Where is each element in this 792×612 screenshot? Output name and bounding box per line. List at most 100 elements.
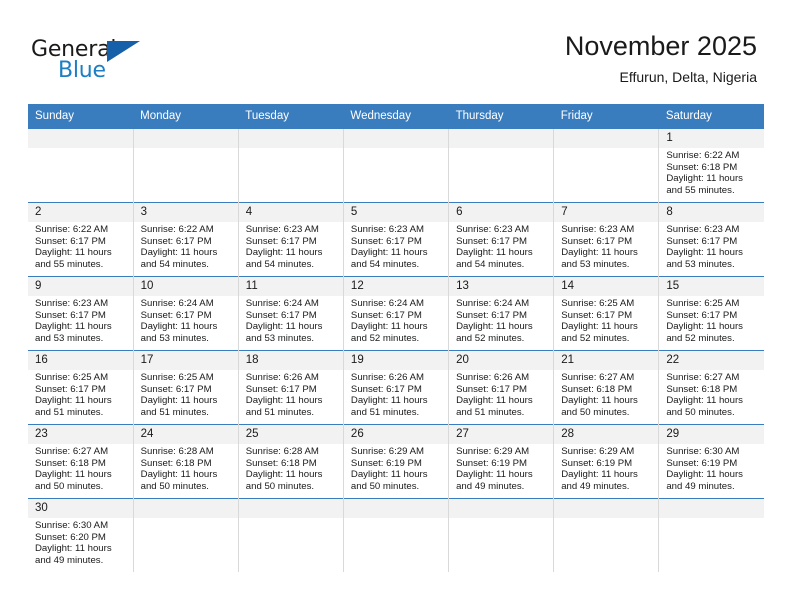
calendar-grid: Sunday Monday Tuesday Wednesday Thursday…	[28, 104, 764, 572]
day-details: Sunrise: 6:23 AM Sunset: 6:17 PM Daylight:…	[554, 222, 658, 270]
calendar-day-cell[interactable]: 9 Sunrise: 6:23 AM Sunset: 6:17 PM Daylight…	[28, 276, 134, 351]
sunset-text: Sunset: 6:19 PM	[561, 457, 633, 469]
day-number: 29	[659, 425, 764, 444]
calendar-day-cell[interactable]: 27 Sunrise: 6:29 AM Sunset: 6:19 PM Dayligh…	[448, 424, 555, 499]
calendar-day-cell[interactable]: 23 Sunrise: 6:27 AM Sunset: 6:18 PM Dayligh…	[28, 424, 134, 499]
calendar-day-cell[interactable]: 14 Sunrise: 6:25 AM Sunset: 6:17 PM Dayligh…	[553, 276, 660, 351]
calendar-day-cell[interactable]: 28 Sunrise: 6:29 AM Sunset: 6:19 PM Dayligh…	[553, 424, 660, 499]
sunrise-text: Sunrise: 6:28 AM	[245, 446, 319, 457]
calendar-day-cell[interactable]: 8 Sunrise: 6:23 AM Sunset: 6:17 PM Daylight…	[658, 202, 764, 277]
sunrise-text: Sunrise: 6:24 AM	[350, 298, 424, 309]
calendar-day-cell[interactable]: 17 Sunrise: 6:25 AM Sunset: 6:17 PM Dayligh…	[133, 350, 239, 425]
daylight-text: Daylight: 11 hours and 52 minutes.	[456, 321, 533, 344]
daylight-text: Daylight: 11 hours and 50 minutes.	[245, 469, 323, 492]
day-number: 30	[28, 499, 133, 518]
calendar-day-cell[interactable]: 5 Sunrise: 6:23 AM Sunset: 6:17 PM Daylight…	[343, 202, 450, 277]
daylight-text: Daylight: 11 hours and 51 minutes.	[35, 395, 112, 418]
calendar-day-cell[interactable]: 2 Sunrise: 6:22 AM Sunset: 6:17 PM Daylight…	[28, 202, 134, 277]
calendar-day-cell[interactable]: 19 Sunrise: 6:26 AM Sunset: 6:17 PM Dayligh…	[343, 350, 450, 425]
sunrise-text: Sunrise: 6:29 AM	[456, 446, 530, 457]
sunset-text: Sunset: 6:17 PM	[456, 235, 527, 247]
calendar-day-cell[interactable]: 20 Sunrise: 6:26 AM Sunset: 6:17 PM Dayligh…	[448, 350, 555, 425]
sunrise-text: Sunrise: 6:26 AM	[350, 372, 424, 383]
day-number: 10	[133, 277, 238, 296]
calendar-day-cell[interactable]: 4 Sunrise: 6:23 AM Sunset: 6:17 PM Daylight…	[238, 202, 344, 277]
sunset-text: Sunset: 6:18 PM	[666, 161, 738, 173]
weekday-header-friday: Friday	[553, 104, 659, 129]
day-details: Sunrise: 6:23 AM Sunset: 6:17 PM Daylight:…	[28, 296, 133, 344]
calendar-day-cell[interactable]: 15 Sunrise: 6:25 AM Sunset: 6:17 PM Dayligh…	[658, 276, 764, 351]
calendar-day-cell[interactable]: 18 Sunrise: 6:26 AM Sunset: 6:17 PM Dayligh…	[238, 350, 344, 425]
day-number: 6	[449, 203, 554, 222]
day-cell-inner	[659, 499, 764, 572]
sunrise-text: Sunrise: 6:28 AM	[140, 446, 214, 457]
day-number	[659, 499, 764, 518]
day-cell-inner: 21 Sunrise: 6:27 AM Sunset: 6:18 PM Dayligh…	[554, 351, 659, 424]
calendar-week-row: 1 Sunrise: 6:22 AM Sunset: 6:18 PM Daylight…	[28, 129, 764, 203]
day-number	[343, 499, 449, 518]
day-number: 3	[133, 203, 238, 222]
day-number: 18	[238, 351, 343, 370]
day-details: Sunrise: 6:24 AM Sunset: 6:17 PM Daylight:…	[344, 296, 448, 344]
day-number: 14	[554, 277, 659, 296]
day-details: Sunrise: 6:25 AM Sunset: 6:17 PM Daylight:…	[554, 296, 658, 344]
day-number: 8	[659, 203, 764, 222]
calendar-day-cell-empty	[448, 498, 555, 572]
day-number: 2	[28, 203, 133, 222]
calendar-day-cell[interactable]: 24 Sunrise: 6:28 AM Sunset: 6:18 PM Dayligh…	[133, 424, 239, 499]
calendar-day-cell[interactable]: 25 Sunrise: 6:28 AM Sunset: 6:18 PM Dayligh…	[238, 424, 344, 499]
sunrise-text: Sunrise: 6:30 AM	[666, 446, 740, 457]
sunrise-text: Sunrise: 6:22 AM	[666, 150, 740, 161]
day-cell-inner: 29 Sunrise: 6:30 AM Sunset: 6:19 PM Dayligh…	[659, 425, 764, 498]
day-cell-inner	[343, 499, 449, 572]
sunrise-text: Sunrise: 6:26 AM	[245, 372, 319, 383]
sunrise-text: Sunrise: 6:25 AM	[666, 298, 740, 309]
sunrise-text: Sunrise: 6:24 AM	[456, 298, 530, 309]
calendar-day-cell[interactable]: 7 Sunrise: 6:23 AM Sunset: 6:17 PM Daylight…	[553, 202, 660, 277]
daylight-text: Daylight: 11 hours and 49 minutes.	[561, 469, 638, 492]
day-cell-inner	[343, 129, 449, 202]
sunset-text: Sunset: 6:19 PM	[666, 457, 738, 469]
calendar-day-cell[interactable]: 16 Sunrise: 6:25 AM Sunset: 6:17 PM Dayligh…	[28, 350, 134, 425]
day-cell-inner: 22 Sunrise: 6:27 AM Sunset: 6:18 PM Dayligh…	[659, 351, 764, 424]
day-details: Sunrise: 6:23 AM Sunset: 6:17 PM Daylight:…	[239, 222, 343, 270]
calendar-day-cell[interactable]: 11 Sunrise: 6:24 AM Sunset: 6:17 PM Dayligh…	[238, 276, 344, 351]
calendar-day-cell[interactable]: 10 Sunrise: 6:24 AM Sunset: 6:17 PM Dayligh…	[133, 276, 239, 351]
calendar-day-cell[interactable]: 21 Sunrise: 6:27 AM Sunset: 6:18 PM Dayligh…	[553, 350, 660, 425]
sunrise-text: Sunrise: 6:27 AM	[666, 372, 740, 383]
day-cell-inner: 5 Sunrise: 6:23 AM Sunset: 6:17 PM Daylight…	[343, 203, 449, 276]
calendar-day-cell[interactable]: 1 Sunrise: 6:22 AM Sunset: 6:18 PM Daylight…	[658, 129, 764, 203]
calendar-day-cell[interactable]: 12 Sunrise: 6:24 AM Sunset: 6:17 PM Dayligh…	[343, 276, 450, 351]
calendar-day-cell-empty	[553, 498, 660, 572]
calendar-week-row: 30 Sunrise: 6:30 AM Sunset: 6:20 PM Dayligh…	[28, 498, 764, 572]
daylight-text: Daylight: 11 hours and 49 minutes.	[666, 469, 743, 492]
day-number	[133, 129, 238, 148]
calendar-day-cell[interactable]: 30 Sunrise: 6:30 AM Sunset: 6:20 PM Dayligh…	[28, 498, 134, 572]
calendar-day-cell-empty	[553, 129, 660, 203]
sunset-text: Sunset: 6:17 PM	[456, 383, 527, 395]
calendar-day-cell[interactable]: 22 Sunrise: 6:27 AM Sunset: 6:18 PM Dayligh…	[658, 350, 764, 425]
day-number: 11	[238, 277, 343, 296]
day-number: 28	[554, 425, 659, 444]
daylight-text: Daylight: 11 hours and 54 minutes.	[456, 247, 533, 270]
sunset-text: Sunset: 6:18 PM	[666, 383, 738, 395]
day-cell-inner: 9 Sunrise: 6:23 AM Sunset: 6:17 PM Daylight…	[28, 277, 133, 350]
calendar-day-cell[interactable]: 29 Sunrise: 6:30 AM Sunset: 6:19 PM Dayligh…	[658, 424, 764, 499]
day-details: Sunrise: 6:27 AM Sunset: 6:18 PM Daylight:…	[554, 370, 658, 418]
calendar-day-cell-empty	[238, 129, 344, 203]
calendar-day-cell[interactable]: 6 Sunrise: 6:23 AM Sunset: 6:17 PM Daylight…	[448, 202, 555, 277]
day-cell-inner: 13 Sunrise: 6:24 AM Sunset: 6:17 PM Dayligh…	[449, 277, 554, 350]
day-number: 24	[133, 425, 238, 444]
calendar-day-cell[interactable]: 13 Sunrise: 6:24 AM Sunset: 6:17 PM Dayligh…	[448, 276, 555, 351]
calendar-day-cell[interactable]: 3 Sunrise: 6:22 AM Sunset: 6:17 PM Daylight…	[133, 202, 239, 277]
daylight-text: Daylight: 11 hours and 55 minutes.	[666, 173, 743, 196]
blue-triangle-flag-icon	[107, 41, 140, 62]
daylight-text: Daylight: 11 hours and 49 minutes.	[35, 543, 112, 566]
brand-logo[interactable]: General Blue	[31, 38, 221, 90]
daylight-text: Daylight: 11 hours and 50 minutes.	[350, 469, 428, 492]
day-cell-inner: 20 Sunrise: 6:26 AM Sunset: 6:17 PM Dayligh…	[449, 351, 554, 424]
day-details: Sunrise: 6:30 AM Sunset: 6:19 PM Daylight:…	[659, 444, 764, 492]
weekday-header-tuesday: Tuesday	[238, 104, 344, 129]
day-details: Sunrise: 6:23 AM Sunset: 6:17 PM Daylight:…	[659, 222, 764, 270]
calendar-day-cell[interactable]: 26 Sunrise: 6:29 AM Sunset: 6:19 PM Dayligh…	[343, 424, 450, 499]
